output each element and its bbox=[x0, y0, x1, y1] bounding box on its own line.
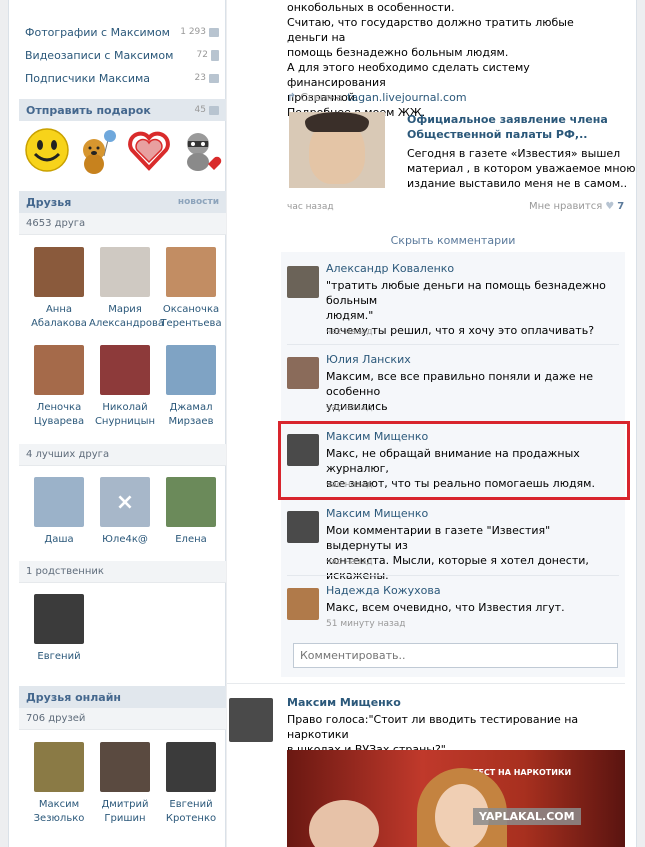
divider bbox=[287, 575, 619, 576]
avatar[interactable] bbox=[287, 357, 319, 389]
link-card-image[interactable] bbox=[289, 112, 385, 188]
link-card-description: Сегодня в газете «Известия» вышел матери… bbox=[407, 147, 636, 190]
best-friend-card[interactable]: Елена bbox=[155, 477, 227, 547]
avatar[interactable] bbox=[100, 742, 150, 792]
author-avatar[interactable] bbox=[229, 698, 273, 742]
avatar[interactable] bbox=[287, 511, 319, 543]
bear-gift-icon[interactable] bbox=[74, 126, 122, 174]
avatar[interactable] bbox=[34, 742, 84, 792]
friend-card[interactable]: Леночка Цуварева bbox=[23, 345, 95, 429]
friend-card[interactable]: Анна Абалакова bbox=[23, 247, 95, 331]
heart-icon: ♥ bbox=[605, 201, 615, 212]
gift-icon bbox=[209, 105, 219, 115]
menu-videos[interactable]: Видеозаписи с Максимом 72 bbox=[25, 46, 219, 64]
avatar[interactable] bbox=[166, 742, 216, 792]
post-time[interactable]: час назад bbox=[287, 202, 334, 212]
video-thumbnail[interactable]: ТЕСТ НА НАРКОТИКИ bbox=[287, 750, 625, 847]
online-friends-count: 706 друзей bbox=[19, 708, 226, 730]
hide-comments-link[interactable]: Скрыть комментарии bbox=[281, 234, 625, 247]
avatar[interactable] bbox=[100, 247, 150, 297]
avatar[interactable] bbox=[34, 477, 84, 527]
comment-author[interactable]: Надежда Кожухова bbox=[326, 584, 441, 597]
camera-icon bbox=[209, 27, 219, 37]
smiley-gift-icon[interactable] bbox=[23, 126, 71, 174]
link-card-title[interactable]: Официальное заявление члена Общественной… bbox=[407, 112, 608, 142]
comment-time[interactable]: час назад bbox=[326, 327, 373, 337]
best-friend-card[interactable]: × Юле4к@ bbox=[89, 477, 161, 547]
online-friend-card[interactable]: Дмитрий Гришин bbox=[89, 742, 161, 826]
raccoon-gift-icon[interactable] bbox=[176, 126, 224, 174]
divider bbox=[287, 344, 619, 345]
friend-card[interactable]: Оксаночка Терентьева bbox=[155, 247, 227, 331]
relatives-count: 1 родственник bbox=[19, 561, 226, 583]
comment-time[interactable]: час назад bbox=[326, 403, 373, 413]
online-friend-card[interactable]: Евгений Кротенко bbox=[155, 742, 227, 826]
avatar[interactable] bbox=[166, 247, 216, 297]
avatar[interactable] bbox=[34, 247, 84, 297]
avatar[interactable] bbox=[287, 588, 319, 620]
best-friend-card[interactable]: Даша bbox=[23, 477, 95, 547]
divider bbox=[227, 683, 625, 684]
comment-author[interactable]: Максим Мищенко bbox=[326, 507, 428, 520]
best-friends-count: 4 лучших друга bbox=[19, 444, 226, 466]
menu-subscribers[interactable]: Подписчики Максима 23 bbox=[25, 69, 219, 87]
friends-news-link[interactable]: новости bbox=[178, 197, 219, 207]
avatar[interactable] bbox=[166, 345, 216, 395]
avatar[interactable] bbox=[287, 266, 319, 298]
avatar[interactable] bbox=[166, 477, 216, 527]
menu-photos[interactable]: Фотографии с Максимом 1 293 bbox=[25, 23, 219, 41]
comment-item: Надежда Кожухова Макс, всем очевидно, чт… bbox=[281, 580, 625, 636]
comment-input[interactable] bbox=[293, 643, 618, 668]
post-link[interactable]: tagan.livejournal.com bbox=[347, 91, 466, 104]
comment-item: Юлия Ланских Максим, все все правильно п… bbox=[281, 349, 625, 421]
avatar[interactable] bbox=[34, 345, 84, 395]
film-icon bbox=[211, 49, 219, 61]
people-icon bbox=[209, 73, 219, 83]
online-friends-header[interactable]: Друзья онлайн bbox=[19, 686, 226, 708]
comment-author[interactable]: Александр Коваленко bbox=[326, 262, 454, 275]
default-avatar-icon[interactable]: × bbox=[100, 477, 150, 527]
comment-author[interactable]: Юлия Ланских bbox=[326, 353, 411, 366]
watermark: YAPLAKAL.COM bbox=[473, 808, 581, 825]
comment-item: Максим Мищенко Мои комментарии в газете … bbox=[281, 503, 625, 582]
highlight-frame bbox=[278, 421, 630, 500]
friend-card[interactable]: Николай Снурницын bbox=[89, 345, 161, 429]
friend-card[interactable]: Джамал Мирзаев bbox=[155, 345, 227, 429]
friends-count: 4653 друга bbox=[19, 213, 226, 235]
online-friend-card[interactable]: Максим Зезюлько bbox=[23, 742, 95, 826]
friends-header[interactable]: Друзья новости bbox=[19, 191, 226, 213]
link-arrow-icon: ↱ bbox=[287, 91, 297, 104]
comment-item: Александр Коваленко "тратить любые деньг… bbox=[281, 258, 625, 342]
left-column: Фотографии с Максимом 1 293 Видеозаписи … bbox=[8, 0, 226, 847]
avatar[interactable] bbox=[100, 345, 150, 395]
comment-time[interactable]: 51 минуту назад bbox=[326, 619, 406, 629]
friend-card[interactable]: Мария Александрова bbox=[89, 247, 164, 331]
gift-header[interactable]: Отправить подарок 45 bbox=[19, 99, 226, 121]
post-link-row: ↱ Ссылка tagan.livejournal.com bbox=[287, 91, 467, 104]
comment-time[interactable]: час назад bbox=[326, 557, 373, 567]
avatar[interactable] bbox=[34, 594, 84, 644]
heart-gift-icon[interactable] bbox=[125, 126, 173, 174]
relative-card[interactable]: Евгений bbox=[23, 594, 95, 664]
post-author[interactable]: Максим Мищенко bbox=[287, 696, 401, 709]
like-button[interactable]: Мне нравится ♥ 7 bbox=[529, 201, 624, 212]
